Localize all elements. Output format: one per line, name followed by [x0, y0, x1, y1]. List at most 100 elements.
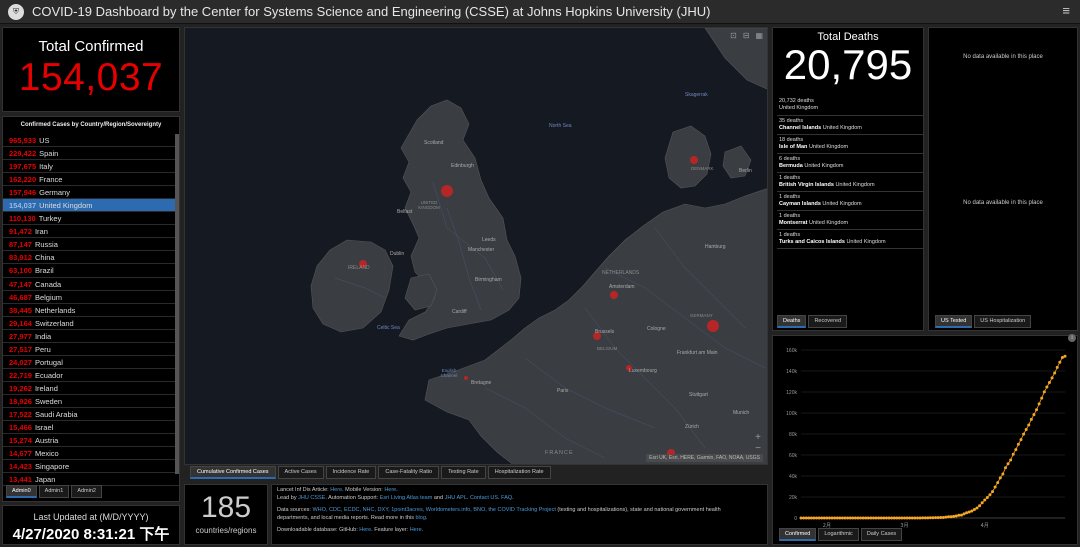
- data-point[interactable]: [817, 516, 821, 520]
- list-item[interactable]: 1 deaths Cayman Islands United Kingdom: [777, 192, 923, 211]
- list-item[interactable]: 1 deaths British Virgin Islands United Ki…: [777, 173, 923, 192]
- data-point[interactable]: [900, 516, 904, 520]
- data-point[interactable]: [853, 516, 857, 520]
- list-item[interactable]: 47,147 Canada: [3, 278, 179, 291]
- data-point[interactable]: [864, 516, 868, 520]
- data-point[interactable]: [869, 516, 873, 520]
- list-item[interactable]: 1 deaths Turks and Caicos Islands United …: [777, 230, 923, 249]
- lancet-article-link[interactable]: Here: [330, 487, 342, 493]
- data-point[interactable]: [978, 504, 982, 508]
- faq-link[interactable]: FAQ: [501, 495, 512, 501]
- list-item[interactable]: 18,926 Sweden: [3, 395, 179, 408]
- data-point[interactable]: [926, 516, 930, 520]
- data-point[interactable]: [1019, 438, 1023, 442]
- data-point[interactable]: [985, 496, 989, 500]
- tab-testing-rate[interactable]: Testing Rate: [441, 466, 486, 479]
- data-point[interactable]: [848, 516, 852, 520]
- blog-link[interactable]: blog: [416, 515, 426, 521]
- data-point[interactable]: [1060, 356, 1064, 360]
- tab-us-tested[interactable]: US Tested: [935, 315, 973, 328]
- tab-admin1[interactable]: Admin1: [38, 485, 70, 498]
- list-item[interactable]: 87,147 Russia: [3, 238, 179, 252]
- cases-list-scrollbar[interactable]: [175, 134, 179, 474]
- data-point[interactable]: [804, 516, 808, 520]
- data-point[interactable]: [1001, 472, 1005, 476]
- data-point[interactable]: [1042, 390, 1046, 394]
- data-point[interactable]: [975, 506, 979, 510]
- list-item[interactable]: 965,933 US: [3, 134, 179, 148]
- cases-list[interactable]: 965,933 US 229,422 Spain 197,675 Italy 162,220…: [3, 134, 179, 487]
- data-point[interactable]: [871, 516, 875, 520]
- list-item[interactable]: 91,472 Iran: [3, 225, 179, 239]
- data-point[interactable]: [1040, 396, 1044, 400]
- data-point[interactable]: [947, 515, 951, 519]
- data-point[interactable]: [988, 493, 992, 497]
- data-point[interactable]: [809, 516, 813, 520]
- data-point[interactable]: [851, 516, 855, 520]
- list-item[interactable]: 38,445 Netherlands: [3, 304, 179, 317]
- tab-cumulative-confirmed[interactable]: Cumulative Confirmed Cases: [190, 466, 276, 479]
- data-point[interactable]: [1037, 402, 1041, 406]
- list-item[interactable]: 6 deaths Bermuda United Kingdom: [777, 154, 923, 173]
- jhu-apl-link[interactable]: JHU APL: [445, 495, 467, 501]
- list-item[interactable]: 63,100 Brazil: [3, 264, 179, 278]
- data-point[interactable]: [936, 516, 940, 520]
- tab-us-hospitalization[interactable]: US Hospitalization: [974, 315, 1032, 328]
- data-point[interactable]: [923, 516, 927, 520]
- data-point[interactable]: [915, 516, 919, 520]
- data-point[interactable]: [1029, 417, 1033, 421]
- data-point[interactable]: [952, 514, 956, 518]
- data-point[interactable]: [993, 485, 997, 489]
- tab-active-cases[interactable]: Active Cases: [277, 466, 324, 479]
- zoom-in-button[interactable]: +: [755, 432, 761, 443]
- data-point[interactable]: [957, 513, 961, 517]
- data-point[interactable]: [825, 516, 829, 520]
- data-point[interactable]: [807, 516, 811, 520]
- tab-daily-cases[interactable]: Daily Cases: [860, 528, 903, 541]
- data-point[interactable]: [835, 516, 839, 520]
- data-point[interactable]: [1014, 448, 1018, 452]
- data-point[interactable]: [1063, 354, 1067, 358]
- data-point[interactable]: [967, 510, 971, 514]
- data-point[interactable]: [892, 516, 896, 520]
- data-point[interactable]: [1055, 365, 1059, 369]
- data-point[interactable]: [1024, 428, 1028, 432]
- data-point[interactable]: [991, 490, 995, 494]
- data-point[interactable]: [939, 516, 943, 520]
- data-point[interactable]: [1006, 462, 1010, 466]
- deaths-list[interactable]: 20,732 deaths United Kingdom 35 deaths Cha…: [777, 96, 923, 249]
- data-point[interactable]: [897, 516, 901, 520]
- data-point[interactable]: [1053, 371, 1057, 375]
- data-point[interactable]: [931, 516, 935, 520]
- list-item[interactable]: 18 deaths Isle of Man United Kingdom: [777, 135, 923, 154]
- data-point[interactable]: [856, 516, 860, 520]
- data-point[interactable]: [980, 501, 984, 505]
- tab-logarithmic[interactable]: Logarithmic: [818, 528, 859, 541]
- data-point[interactable]: [970, 509, 974, 513]
- data-point[interactable]: [1009, 458, 1013, 462]
- data-point[interactable]: [866, 516, 870, 520]
- data-point[interactable]: [996, 481, 1000, 485]
- data-point[interactable]: [965, 511, 969, 515]
- data-point[interactable]: [959, 513, 963, 517]
- chart-info-icon[interactable]: i: [1068, 334, 1076, 342]
- feature-layer-link[interactable]: Here: [410, 527, 422, 533]
- list-item[interactable]: 22,719 Ecuador: [3, 369, 179, 382]
- data-point[interactable]: [820, 516, 824, 520]
- data-point[interactable]: [949, 515, 953, 519]
- data-point[interactable]: [833, 516, 837, 520]
- data-point[interactable]: [1058, 360, 1062, 364]
- data-point[interactable]: [910, 516, 914, 520]
- data-point[interactable]: [921, 516, 925, 520]
- bookmark-icon[interactable]: ⊡: [730, 31, 737, 40]
- data-point[interactable]: [812, 516, 816, 520]
- contact-us-link[interactable]: Contact US: [470, 495, 498, 501]
- layer-list-icon[interactable]: ⊟: [743, 31, 750, 40]
- data-point[interactable]: [1016, 442, 1020, 446]
- data-point[interactable]: [874, 516, 878, 520]
- list-item[interactable]: 27,977 India: [3, 330, 179, 343]
- data-point[interactable]: [944, 515, 948, 519]
- data-point[interactable]: [1045, 385, 1049, 389]
- list-item[interactable]: 24,027 Portugal: [3, 356, 179, 369]
- data-point[interactable]: [884, 516, 888, 520]
